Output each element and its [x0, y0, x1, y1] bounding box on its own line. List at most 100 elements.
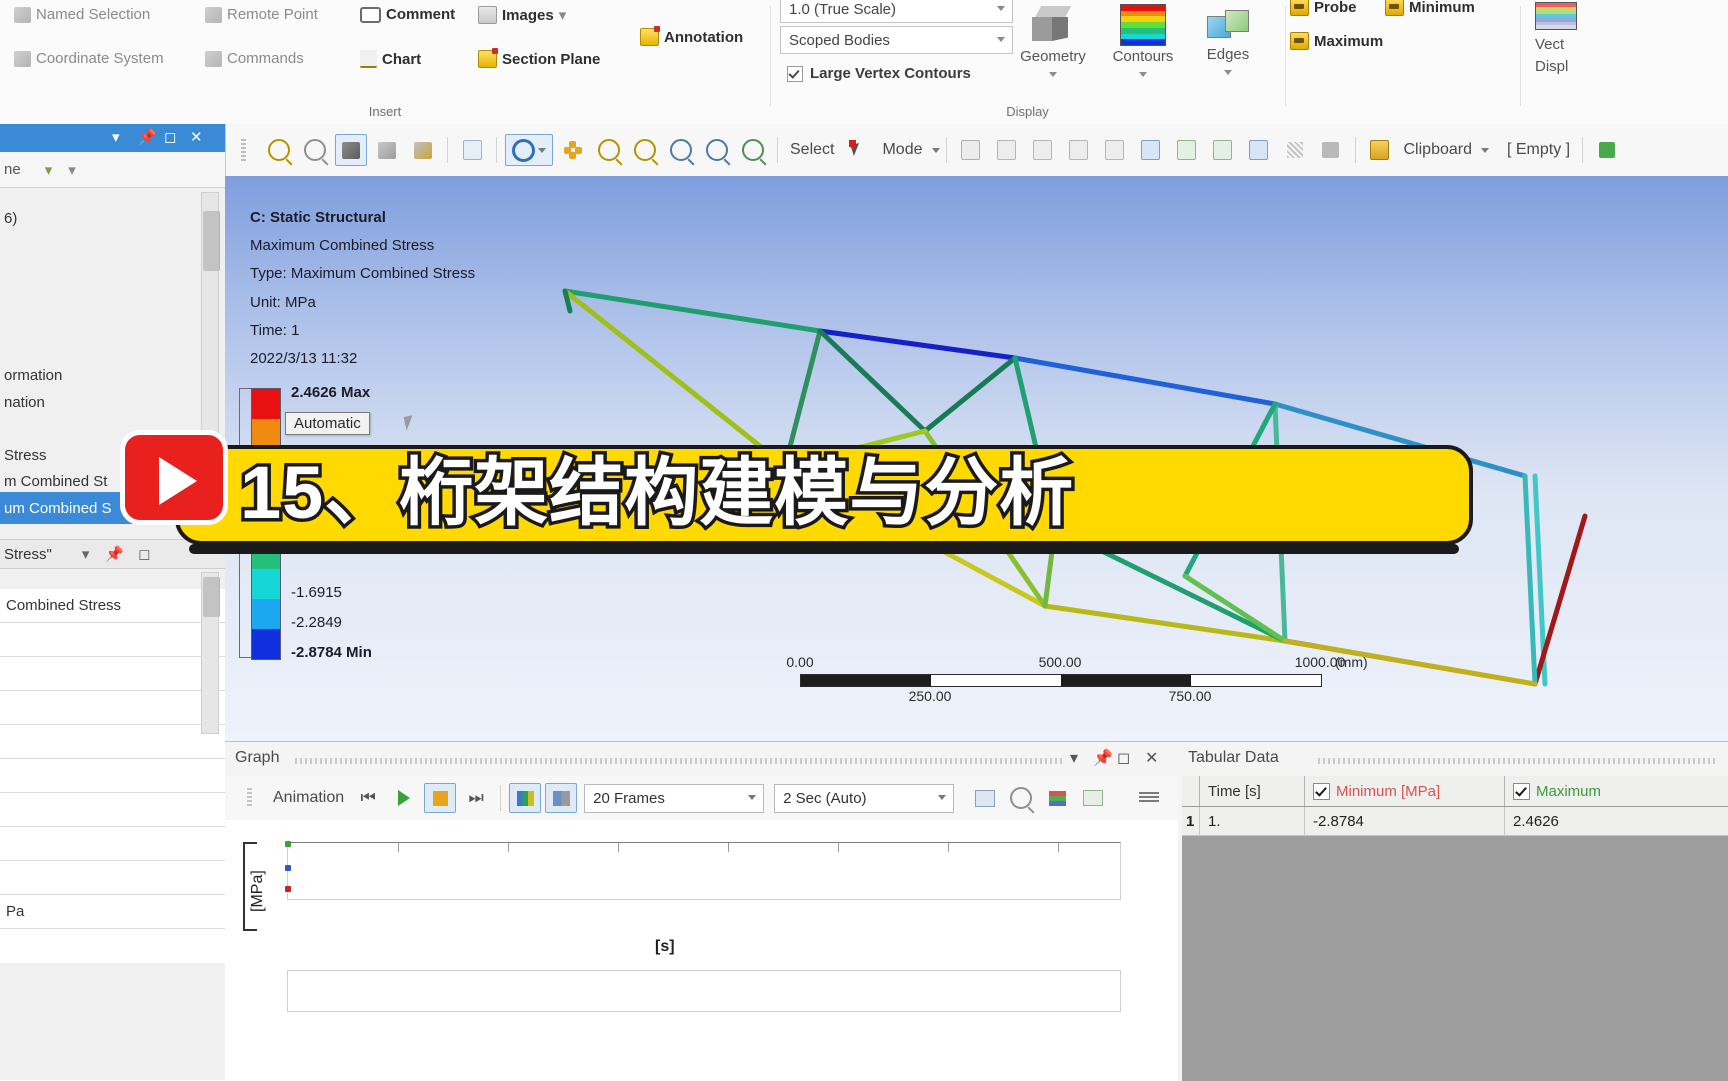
graph-chart-area[interactable]: [MPa] [s]: [225, 820, 1178, 1081]
details-row-0[interactable]: Combined Stress: [0, 589, 225, 623]
ribbon-item-commands[interactable]: Commands: [205, 50, 304, 67]
named-selection-7-button[interactable]: [1207, 134, 1239, 166]
graph-chevron-icon[interactable]: ▾: [1070, 748, 1078, 768]
graph-footer-region[interactable]: [287, 970, 1121, 1012]
ribbon-item-comment[interactable]: Comment: [360, 6, 455, 23]
column-header-time[interactable]: Time [s]: [1200, 776, 1305, 806]
panel-chevron-icon[interactable]: ▾: [112, 128, 120, 146]
stop-button[interactable]: [424, 783, 457, 813]
chevron-down-icon[interactable]: [931, 147, 940, 153]
panel-pin-icon[interactable]: 📌: [138, 128, 157, 146]
chevron-down-icon-2[interactable]: ▾: [68, 161, 76, 179]
chevron-down-icon[interactable]: ▾: [559, 6, 567, 24]
column-header-minimum[interactable]: Minimum [MPa]: [1305, 776, 1505, 806]
tree-row-0[interactable]: 6): [0, 202, 225, 234]
extend-selection-button[interactable]: [955, 134, 987, 166]
box-zoom-button[interactable]: [629, 134, 661, 166]
chevron-down-icon[interactable]: ▾: [45, 161, 53, 179]
details-row-9[interactable]: Pa: [0, 895, 225, 929]
named-selection-3-button[interactable]: [1063, 134, 1095, 166]
chevron-down-icon[interactable]: [1139, 72, 1147, 77]
frames-dropdown[interactable]: 20 Frames: [584, 783, 765, 813]
pan-button[interactable]: [557, 134, 589, 166]
zoom-to-fit-button[interactable]: [665, 134, 697, 166]
ribbon-item-probe[interactable]: Probe: [1290, 0, 1357, 16]
named-selection-4-button[interactable]: [1099, 134, 1131, 166]
last-frame-button[interactable]: ⏭: [460, 783, 492, 813]
ribbon-item-remote-point[interactable]: Remote Point: [205, 6, 318, 23]
outline-filter-row[interactable]: ne ▾ ▾: [0, 152, 225, 188]
panel-close-icon[interactable]: ✕: [190, 128, 203, 146]
chevron-down-icon[interactable]: [1224, 70, 1232, 75]
chevron-down-icon[interactable]: [1480, 147, 1489, 153]
next-view-button[interactable]: [737, 134, 769, 166]
details-row-7[interactable]: [0, 827, 225, 861]
tabular-grid[interactable]: Time [s] Minimum [MPa] Maximum 1 1. -2.8…: [1182, 776, 1728, 1081]
chevron-down-icon[interactable]: [538, 147, 546, 153]
details-row-2[interactable]: [0, 657, 225, 691]
large-vertex-contours-checkbox[interactable]: Large Vertex Contours: [787, 65, 971, 82]
ribbon-item-images[interactable]: Images ▾: [478, 6, 566, 24]
ribbon-item-chart[interactable]: Chart: [360, 50, 421, 68]
copy-view-button[interactable]: [456, 134, 488, 166]
details-scrollbar[interactable]: [201, 572, 220, 734]
scrollbar-thumb[interactable]: [203, 577, 220, 617]
play-button[interactable]: [388, 783, 420, 813]
minimum-checkbox-icon[interactable]: [1313, 782, 1330, 800]
ribbon-item-named-selection[interactable]: Named Selection: [14, 6, 150, 23]
graph-zoom-button[interactable]: [1005, 783, 1037, 813]
named-selection-1-button[interactable]: [991, 134, 1023, 166]
animation-handle[interactable]: [233, 783, 265, 813]
scale-dropdown[interactable]: 1.0 (True Scale): [780, 0, 1013, 23]
export-video-button[interactable]: [969, 783, 1001, 813]
zoom-in-button[interactable]: [263, 134, 295, 166]
grouped-view-button[interactable]: [545, 783, 578, 813]
geometry-button[interactable]: Geometry: [1010, 0, 1096, 80]
named-selection-6-button[interactable]: [1171, 134, 1203, 166]
select-label[interactable]: Select: [784, 141, 840, 159]
first-frame-button[interactable]: ⏮: [352, 783, 384, 813]
graph-lines-button[interactable]: [1133, 783, 1165, 813]
zoom-out-button[interactable]: [299, 134, 331, 166]
details-row-3[interactable]: [0, 691, 225, 725]
tree-row-2[interactable]: nation: [0, 386, 225, 418]
details-row-5[interactable]: [0, 759, 225, 793]
chevron-down-icon[interactable]: [1049, 72, 1057, 77]
contours-button[interactable]: Contours: [1100, 0, 1186, 80]
zoom-box-button[interactable]: [593, 134, 625, 166]
details-row-4[interactable]: [0, 725, 225, 759]
mode-label[interactable]: Mode: [876, 141, 928, 159]
graph-curve-button[interactable]: [1077, 783, 1109, 813]
toolbar-handle[interactable]: [227, 134, 259, 166]
rotate-button[interactable]: [505, 134, 553, 166]
details-row-10[interactable]: [0, 929, 225, 963]
distributed-view-button[interactable]: [509, 783, 542, 813]
probe-tool-button[interactable]: [1279, 134, 1311, 166]
graph-colors-button[interactable]: [1041, 783, 1073, 813]
details-row-1[interactable]: [0, 623, 225, 657]
maximum-checkbox-icon[interactable]: [1513, 782, 1530, 800]
extra-tool-button[interactable]: [1591, 134, 1623, 166]
column-header-maximum[interactable]: Maximum: [1505, 776, 1705, 806]
details-row-8[interactable]: [0, 861, 225, 895]
magnifier-button[interactable]: [701, 134, 733, 166]
ribbon-item-maximum[interactable]: Maximum: [1290, 32, 1383, 50]
graph-close-icon[interactable]: ✕: [1145, 748, 1158, 768]
table-row[interactable]: 1 1. -2.8784 2.4626: [1182, 807, 1728, 836]
wireframe-button[interactable]: [371, 134, 403, 166]
scope-dropdown[interactable]: Scoped Bodies: [780, 26, 1013, 54]
ribbon-item-section-plane[interactable]: Section Plane: [478, 48, 600, 68]
scrollbar-thumb[interactable]: [203, 211, 220, 271]
named-selection-8-button[interactable]: [1243, 134, 1275, 166]
graph-maximize-icon[interactable]: ◻: [1117, 748, 1130, 768]
clipboard-label[interactable]: Clipboard: [1398, 141, 1478, 159]
mode-arrow-button[interactable]: [842, 134, 874, 166]
ribbon-item-minimum[interactable]: Minimum: [1385, 0, 1475, 16]
named-selection-2-button[interactable]: [1027, 134, 1059, 166]
duration-dropdown[interactable]: 2 Sec (Auto): [774, 783, 955, 813]
named-selection-5-button[interactable]: [1135, 134, 1167, 166]
graph-pin-icon[interactable]: 📌: [1093, 748, 1113, 768]
edges-button[interactable]: Edges: [1185, 0, 1271, 78]
annotation-tool-button[interactable]: [1315, 134, 1347, 166]
details-chevron-icon[interactable]: ▾: [82, 545, 90, 563]
